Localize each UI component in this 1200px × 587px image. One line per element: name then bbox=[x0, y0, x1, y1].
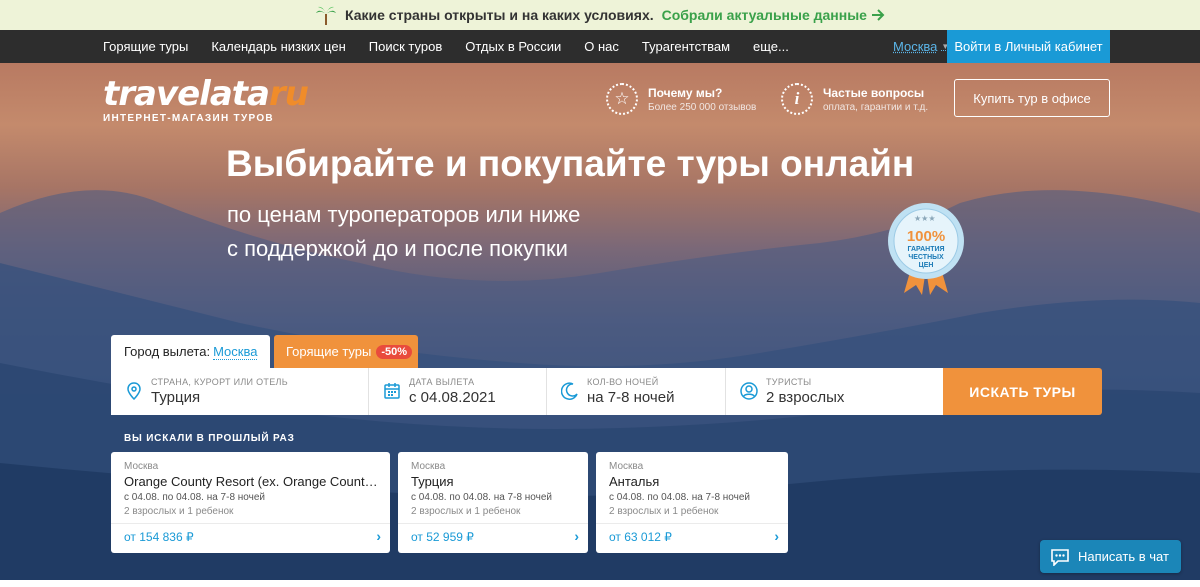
departure-date-label: ДАТА ВЫЛЕТА bbox=[409, 377, 475, 387]
login-button[interactable]: Войти в Личный кабинет bbox=[947, 30, 1110, 63]
departure-city-value[interactable]: Москва bbox=[213, 344, 258, 360]
nav-item-russia[interactable]: Отдых в России bbox=[465, 39, 561, 54]
city-selector[interactable]: Москва ▼ bbox=[893, 30, 949, 63]
main-nav: Горящие туры Календарь низких цен Поиск … bbox=[0, 30, 1200, 63]
card-dates: с 04.08. по 04.08. на 7-8 ночей bbox=[609, 492, 751, 503]
faq-subtitle: оплата, гарантии и т.д. bbox=[823, 101, 929, 113]
hero-subtitle-1: по ценам туроператоров или ниже bbox=[227, 202, 581, 227]
faq-title: Частые вопросы bbox=[823, 85, 925, 100]
departure-date-field[interactable]: ДАТА ВЫЛЕТА с 04.08.2021 bbox=[369, 368, 547, 415]
recent-search-card[interactable]: Москва Турция с 04.08. по 04.08. на 7-8 … bbox=[398, 452, 588, 553]
hero-subtitle-2: с поддержкой до и после покупки bbox=[227, 236, 568, 261]
nav-item-low-price-calendar[interactable]: Календарь низких цен bbox=[211, 39, 345, 54]
card-city: Москва bbox=[411, 461, 446, 472]
chat-button[interactable]: Написать в чат bbox=[1040, 540, 1181, 573]
destination-value: Турция bbox=[151, 389, 201, 406]
card-price: от 52 959 ₽ bbox=[411, 530, 474, 544]
tab-departure-city[interactable]: Город вылета: Москва bbox=[111, 335, 270, 368]
chevron-right-icon: › bbox=[376, 528, 381, 544]
user-icon bbox=[740, 382, 758, 400]
banner-text: Какие страны открыты и на каких условиях… bbox=[345, 7, 654, 23]
tourists-label: ТУРИСТЫ bbox=[766, 377, 812, 387]
why-us-title: Почему мы? bbox=[648, 85, 723, 100]
chevron-right-icon: › bbox=[774, 528, 779, 544]
card-price: от 63 012 ₽ bbox=[609, 530, 672, 544]
seal-percent: 100% bbox=[907, 228, 945, 245]
logo-tagline: ИНТЕРНЕТ-МАГАЗИН ТУРОВ bbox=[103, 113, 274, 124]
location-pin-icon bbox=[127, 382, 141, 400]
nav-item-agencies[interactable]: Турагентствам bbox=[642, 39, 730, 54]
logo-word: travelata bbox=[103, 74, 270, 114]
calendar-icon bbox=[384, 383, 400, 399]
star-icon: ☆ bbox=[606, 83, 638, 115]
card-city: Москва bbox=[609, 461, 644, 472]
seal-line-2: ЧЕСТНЫХ bbox=[908, 254, 944, 261]
top-banner: Какие страны открыты и на каких условиях… bbox=[0, 0, 1200, 30]
nav-item-more[interactable]: еще... bbox=[753, 39, 789, 54]
why-us-link[interactable]: ☆ Почему мы? Более 250 000 отзывов bbox=[606, 83, 756, 115]
destination-label: СТРАНА, КУРОРТ ИЛИ ОТЕЛЬ bbox=[151, 377, 288, 387]
nav-item-about[interactable]: О нас bbox=[584, 39, 619, 54]
card-destination: Анталья bbox=[609, 474, 660, 489]
search-button[interactable]: ИСКАТЬ ТУРЫ bbox=[943, 368, 1102, 415]
tourists-field[interactable]: ТУРИСТЫ 2 взрослых bbox=[726, 368, 943, 415]
logo-ru: ru bbox=[268, 74, 309, 114]
nights-label: КОЛ-ВО НОЧЕЙ bbox=[587, 377, 659, 387]
hot-tours-label: Горящие туры bbox=[286, 344, 372, 359]
hero-headline: Выбирайте и покупайте туры онлайн bbox=[226, 143, 915, 184]
card-city: Москва bbox=[124, 461, 159, 472]
tab-hot-tours[interactable]: Горящие туры -50% bbox=[274, 335, 418, 368]
buy-in-office-button[interactable]: Купить тур в офисе bbox=[954, 79, 1110, 117]
chat-icon bbox=[1051, 548, 1069, 566]
chevron-right-icon: › bbox=[574, 528, 579, 544]
seal-line-1: ГАРАНТИЯ bbox=[907, 246, 944, 253]
card-price: от 154 836 ₽ bbox=[124, 530, 194, 544]
departure-city-label: Город вылета: bbox=[124, 344, 211, 359]
city-selector-label: Москва bbox=[893, 39, 938, 54]
palm-icon bbox=[315, 4, 337, 26]
logo[interactable]: travelataru ИНТЕРНЕТ-МАГАЗИН ТУРОВ bbox=[103, 74, 309, 124]
hero: travelataru ИНТЕРНЕТ-МАГАЗИН ТУРОВ ☆ Поч… bbox=[0, 63, 1200, 580]
banner-link[interactable]: Собрали актуальные данные bbox=[662, 7, 885, 23]
price-guarantee-seal: ★★★ 100% ГАРАНТИЯ ЧЕСТНЫХ ЦЕН bbox=[884, 203, 968, 302]
seal-line-3: ЦЕН bbox=[919, 262, 934, 269]
arrow-right-icon bbox=[871, 9, 885, 21]
card-destination: Турция bbox=[411, 474, 454, 489]
card-tourists: 2 взрослых и 1 ребенок bbox=[124, 506, 234, 517]
card-tourists: 2 взрослых и 1 ребенок bbox=[609, 506, 719, 517]
tourists-value: 2 взрослых bbox=[766, 389, 845, 406]
nav-item-tour-search[interactable]: Поиск туров bbox=[369, 39, 442, 54]
info-icon: i bbox=[781, 83, 813, 115]
recent-search-card[interactable]: Москва Orange County Resort (ex. Orange … bbox=[111, 452, 390, 553]
moon-icon bbox=[561, 382, 578, 400]
card-divider bbox=[596, 523, 788, 524]
departure-date-value: с 04.08.2021 bbox=[409, 389, 496, 406]
search-form: СТРАНА, КУРОРТ ИЛИ ОТЕЛЬ Турция ДАТА ВЫЛ… bbox=[111, 368, 943, 415]
recent-search-card[interactable]: Москва Анталья с 04.08. по 04.08. на 7-8… bbox=[596, 452, 788, 553]
nav-item-hot-tours[interactable]: Горящие туры bbox=[103, 39, 188, 54]
svg-text:★★★: ★★★ bbox=[914, 214, 936, 223]
recent-searches-title: ВЫ ИСКАЛИ В ПРОШЛЫЙ РАЗ bbox=[124, 433, 295, 444]
faq-link[interactable]: i Частые вопросы оплата, гарантии и т.д. bbox=[781, 83, 928, 115]
card-dates: с 04.08. по 04.08. на 7-8 ночей bbox=[411, 492, 553, 503]
destination-field[interactable]: СТРАНА, КУРОРТ ИЛИ ОТЕЛЬ Турция bbox=[111, 368, 369, 415]
banner-link-label: Собрали актуальные данные bbox=[661, 7, 867, 23]
card-destination: Orange County Resort (ex. Orange County … bbox=[124, 474, 380, 489]
card-dates: с 04.08. по 04.08. на 7-8 ночей bbox=[124, 492, 266, 503]
nights-value: на 7-8 ночей bbox=[587, 389, 675, 406]
nights-field[interactable]: КОЛ-ВО НОЧЕЙ на 7-8 ночей bbox=[547, 368, 726, 415]
card-divider bbox=[398, 523, 588, 524]
discount-badge: -50% bbox=[376, 344, 413, 359]
why-us-subtitle: Более 250 000 отзывов bbox=[648, 101, 757, 113]
card-divider bbox=[111, 523, 390, 524]
chat-label: Написать в чат bbox=[1078, 549, 1169, 564]
card-tourists: 2 взрослых и 1 ребенок bbox=[411, 506, 521, 517]
